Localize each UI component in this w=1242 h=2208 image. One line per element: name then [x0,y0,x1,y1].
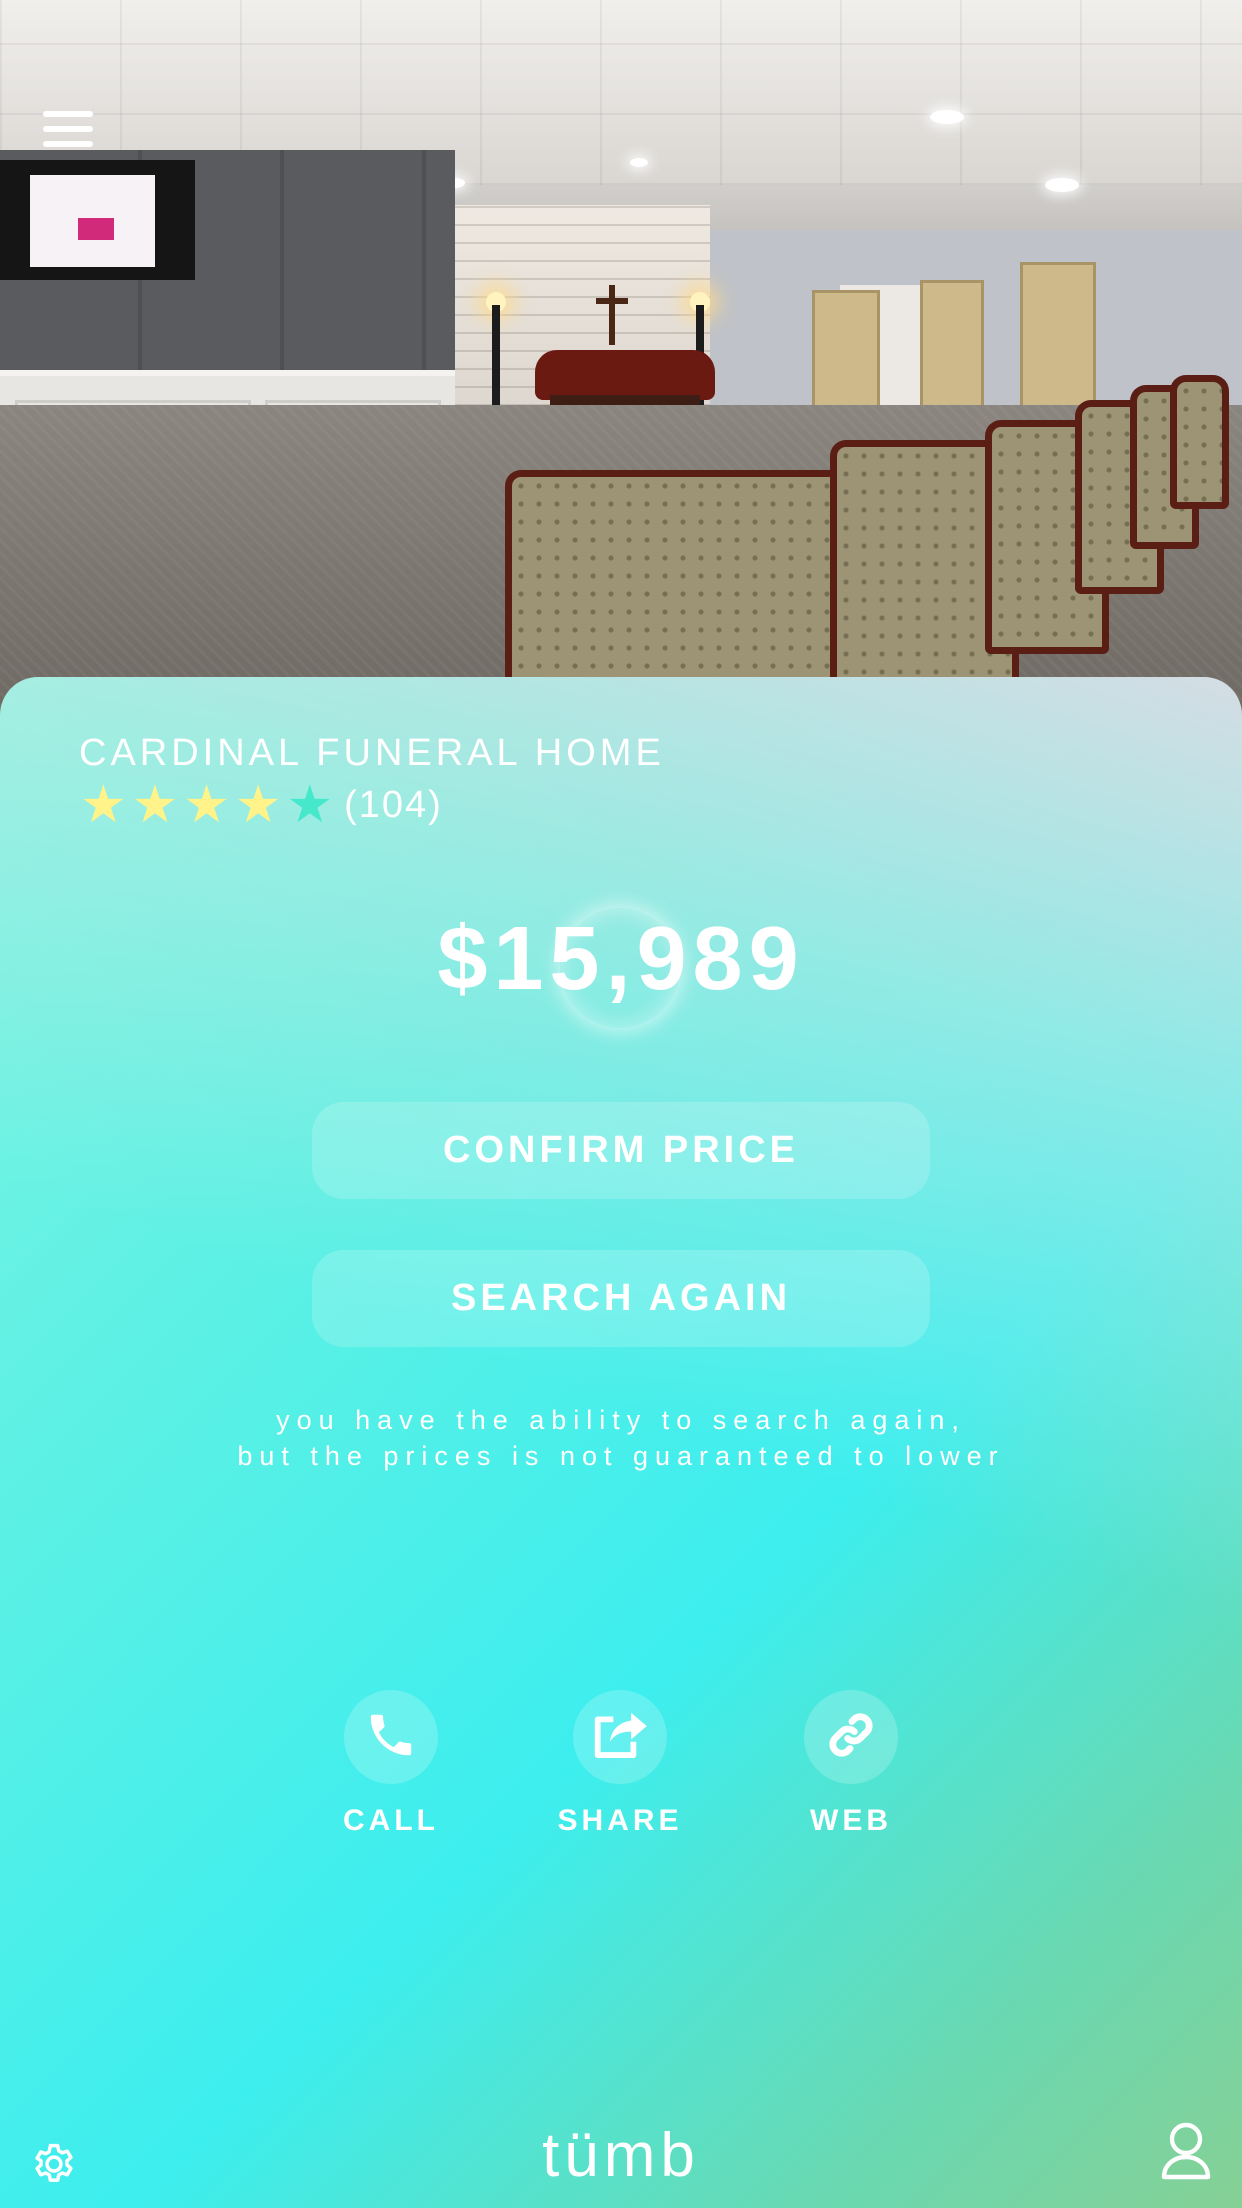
star-icon: ★ [131,776,179,834]
price: $15,989 [437,909,805,1009]
star-icon: ★ [234,776,282,834]
share-circle[interactable] [573,1690,667,1784]
listing-name: CARDINAL FUNERAL HOME [79,732,665,774]
disclaimer: you have the ability to search again, bu… [0,1402,1242,1474]
hamburger-menu-icon[interactable] [40,105,96,153]
share-button[interactable]: SHARE [545,1690,695,1838]
link-icon [824,1708,878,1767]
web-label: WEB [810,1804,892,1837]
web-circle[interactable] [804,1690,898,1784]
call-label: CALL [343,1804,439,1837]
share-icon [591,1708,649,1767]
phone-icon [364,1708,418,1767]
review-count: (104) [344,783,443,826]
star-icon: ★ [286,776,334,834]
rating: ★ ★ ★ ★ ★ (104) [80,776,443,834]
chapel-photo [0,0,1242,720]
disclaimer-line: you have the ability to search again, [276,1405,966,1435]
star-icon: ★ [183,776,230,834]
brand-logo: tümb [542,2121,700,2190]
share-label: SHARE [557,1804,683,1837]
user-icon[interactable] [1158,2118,1214,2184]
star-icon: ★ [80,776,127,834]
call-button[interactable]: CALL [316,1690,466,1838]
confirm-price-button[interactable]: CONFIRM PRICE [312,1102,930,1199]
call-circle[interactable] [344,1690,438,1784]
web-button[interactable]: WEB [776,1690,926,1838]
search-again-button[interactable]: SEARCH AGAIN [312,1250,930,1347]
disclaimer-line: but the prices is not guaranteed to lowe… [237,1441,1005,1471]
